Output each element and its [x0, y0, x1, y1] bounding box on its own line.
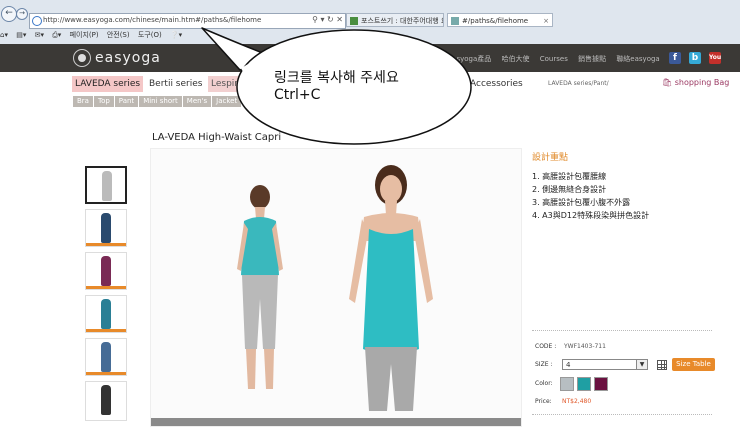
home-icon[interactable]: ⌂▾ [0, 31, 8, 39]
header-links: 首頁 關於easyoga easyoga產品 哈伯大使 Courses 銷售據點… [370, 54, 668, 64]
logo-text: easyoga [95, 50, 161, 66]
thumb-image [102, 171, 112, 201]
subcategory-pant[interactable]: Pant [114, 96, 139, 107]
price-label: Price: [535, 398, 552, 405]
mail-icon[interactable]: ✉▾ [35, 31, 44, 39]
blog-icon[interactable]: b [689, 52, 701, 64]
product-thumbnail[interactable] [85, 252, 127, 290]
header-link[interactable]: 哈伯大使 [502, 55, 530, 63]
thumb-bar [86, 243, 126, 246]
print-icon[interactable]: ⎙▾ [52, 31, 61, 40]
category-accessories[interactable]: Accessories [467, 76, 526, 92]
category-laveda[interactable]: LAVEDA series [72, 76, 144, 92]
header-link[interactable]: easyoga產品 [448, 55, 491, 63]
model-photo [237, 165, 433, 411]
subcategory-top[interactable]: Top [93, 96, 114, 107]
thumb-image [101, 342, 111, 372]
tab-label: 포스트쓰기 : 대한주어대행 요... [361, 17, 443, 25]
address-bar[interactable]: http://www.easyoga.com/chinese/main.htm#… [29, 13, 346, 29]
features-list: 1. 高腰設計包覆腰線 2. 側邊無縫合身設計 3. 高腰設計包覆小腹不外露 4… [532, 170, 649, 222]
command-bar: ⌂▾ ▤▾ ✉▾ ⎙▾ 페이지(P) 안전(S) 도구(O) ❔▾ [0, 30, 188, 44]
product-thumbnail[interactable] [85, 381, 127, 421]
youtube-icon[interactable]: You [709, 52, 721, 64]
feature-item: 4. A3與D12特殊段染與拼色設計 [532, 211, 650, 220]
category-props[interactable]: Props [430, 76, 461, 92]
forward-button[interactable]: → [16, 8, 28, 20]
tab-easyoga[interactable]: #/paths&/filehome × [447, 13, 553, 27]
color-swatch-teal[interactable] [577, 377, 591, 391]
features-title: 設計重點 [532, 153, 569, 163]
header-link[interactable]: Courses [540, 55, 568, 63]
tab-favicon-icon [350, 17, 358, 25]
thumb-bar [86, 372, 126, 375]
address-url[interactable]: http://www.easyoga.com/chinese/main.htm#… [43, 16, 261, 24]
subcategory-bra[interactable]: Bra [73, 96, 93, 107]
subcategory-mini-short[interactable]: Mini short [139, 96, 182, 107]
site-logo[interactable]: easyoga [73, 48, 161, 68]
callout-line: Ctrl+C [274, 87, 321, 103]
page-menu[interactable]: 페이지(P) [70, 30, 99, 40]
search-refresh-icon[interactable]: ⚲ ▾ ↻ ✕ [312, 15, 343, 24]
tab-favicon-icon [451, 17, 459, 25]
thumb-image [101, 213, 111, 243]
product-thumbnail[interactable] [85, 209, 127, 247]
close-tab-icon[interactable]: × [543, 14, 549, 26]
thumb-image [101, 299, 111, 329]
size-select[interactable]: 4 ▼ [562, 359, 648, 370]
tools-menu[interactable]: 도구(O) [138, 30, 162, 40]
size-table-button[interactable]: Size Table [672, 358, 715, 371]
thumb-image [101, 256, 111, 286]
size-value: 4 [566, 361, 571, 369]
header-link[interactable]: 關於easyoga [394, 55, 437, 63]
bag-label: shopping Bag [674, 78, 730, 87]
chevron-down-icon[interactable]: ▼ [636, 360, 647, 369]
shopping-bag-link[interactable]: 🛍 shopping Bag [662, 78, 729, 87]
thumb-bar [86, 329, 126, 332]
code-label: CODE : [535, 343, 557, 350]
size-label: SIZE : [535, 361, 553, 368]
category-lespiro[interactable]: Lespiro series [208, 76, 276, 92]
header-link[interactable]: 銷售據點 [578, 55, 606, 63]
category-bertii[interactable]: Bertii series [146, 76, 205, 92]
color-label: Color: [535, 380, 553, 387]
subcategory-nav: Bra Top Pant Mini short Men's Jacket [73, 96, 242, 107]
thumb-image [101, 385, 111, 415]
color-swatch-gray[interactable] [560, 377, 574, 391]
table-icon[interactable] [657, 360, 667, 370]
product-thumbnail[interactable] [85, 295, 127, 333]
price-value: NT$2,480 [562, 398, 592, 405]
product-thumbnail[interactable] [85, 338, 127, 376]
subcategory-mens[interactable]: Men's [182, 96, 212, 107]
subcategory-jacket[interactable]: Jacket [212, 96, 242, 107]
facebook-icon[interactable]: f [669, 52, 681, 64]
bag-icon: 🛍 [662, 78, 673, 87]
header-link[interactable]: 聯絡easyoga [616, 55, 659, 63]
ie-icon [32, 16, 42, 26]
site-header: easyoga 首頁 關於easyoga easyoga產品 哈伯大使 Cour… [0, 44, 740, 72]
callout-text: 링크를 복사해 주세요 Ctrl+C [274, 70, 399, 104]
divider [532, 414, 712, 415]
code-value: YWF1403-711 [564, 343, 606, 350]
breadcrumb: LAVEDA series/Pant/ [548, 80, 609, 87]
product-thumbnail[interactable] [85, 166, 127, 204]
tab-post[interactable]: 포스트쓰기 : 대한주어대행 요... [346, 13, 444, 27]
tab-label: #/paths&/filehome [462, 17, 529, 25]
feeds-icon[interactable]: ▤▾ [16, 31, 26, 39]
product-title: LA-VEDA High-Waist Capri [152, 132, 282, 143]
feature-item: 3. 高腰設計包覆小腹不外露 [532, 198, 631, 207]
safety-menu[interactable]: 안전(S) [107, 30, 130, 40]
divider [532, 330, 712, 331]
product-main-image[interactable] [150, 148, 522, 427]
feature-item: 1. 高腰設計包覆腰線 [532, 172, 607, 181]
lotus-logo-icon [73, 49, 91, 67]
browser-chrome: ← → http://www.easyoga.com/chinese/main.… [0, 0, 740, 45]
help-icon[interactable]: ❔▾ [170, 31, 182, 39]
feature-item: 2. 側邊無縫合身設計 [532, 185, 607, 194]
back-button[interactable]: ← [1, 6, 17, 22]
color-swatch-purple[interactable] [594, 377, 608, 391]
callout-line: 링크를 복사해 주세요 [274, 70, 399, 86]
header-link[interactable]: 首頁 [370, 55, 384, 63]
thumb-bar [86, 286, 126, 289]
